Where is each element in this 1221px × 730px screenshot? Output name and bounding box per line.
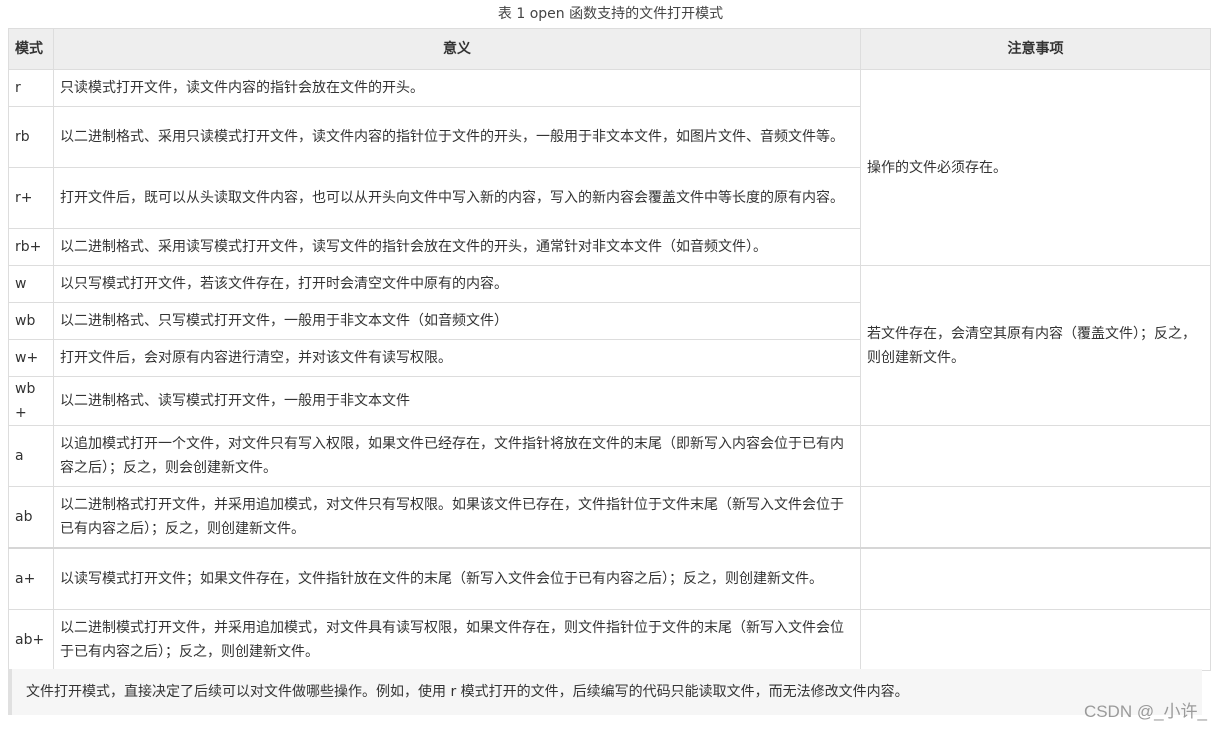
note-cell-empty (860, 486, 1211, 549)
meaning-cell: 以二进制格式、只写模式打开文件，一般用于非文本文件（如音频文件） (53, 302, 861, 340)
table-row: a+ 以读写模式打开文件；如果文件存在，文件指针放在文件的末尾（新写入文件会位于… (8, 547, 1211, 610)
mode-cell: ab (8, 486, 54, 549)
table-row: ab 以二进制格式打开文件，并采用追加模式，对文件只有写权限。如果该文件已存在，… (8, 486, 1211, 549)
table-row: w 以只写模式打开文件，若该文件存在，打开时会清空文件中原有的内容。 若文件存在… (8, 265, 1211, 426)
mode-cell: wb+ (8, 376, 54, 426)
mode-cell: w (8, 265, 54, 303)
table-row: r 只读模式打开文件，读文件内容的指针会放在文件的开头。 操作的文件必须存在。 (8, 69, 1211, 266)
meaning-cell: 以读写模式打开文件；如果文件存在，文件指针放在文件的末尾（新写入文件会位于已有内… (53, 547, 861, 610)
header-note: 注意事项 (860, 28, 1211, 70)
table-row: a 以追加模式打开一个文件，对文件只有写入权限，如果文件已经存在，文件指针将放在… (8, 425, 1211, 487)
header-mode: 模式 (8, 28, 54, 70)
meaning-cell: 打开文件后，既可以从头读取文件内容，也可以从开头向文件中写入新的内容，写入的新内… (53, 167, 861, 229)
meaning-cell: 以二进制格式打开文件，并采用追加模式，对文件只有写权限。如果该文件已存在，文件指… (53, 486, 861, 549)
table-caption: 表 1 open 函数支持的文件打开模式 (497, 6, 724, 22)
meaning-cell: 以二进制模式打开文件，并采用追加模式，对文件具有读写权限，如果文件存在，则文件指… (53, 609, 861, 671)
watermark: CSDN @_小许_ (1083, 702, 1207, 721)
mode-cell: ab+ (8, 609, 54, 671)
mode-cell: w+ (8, 339, 54, 377)
meaning-cell: 只读模式打开文件，读文件内容的指针会放在文件的开头。 (53, 69, 861, 107)
note-cell-empty (860, 609, 1211, 671)
meaning-cell: 以只写模式打开文件，若该文件存在，打开时会清空文件中原有的内容。 (53, 265, 861, 303)
mode-cell: rb (8, 106, 54, 168)
note-cell-empty (860, 425, 1211, 487)
mode-cell: a (8, 425, 54, 487)
table-row: ab+ 以二进制模式打开文件，并采用追加模式，对文件具有读写权限，如果文件存在，… (8, 609, 1211, 671)
note-cell-w-group: 若文件存在，会清空其原有内容（覆盖文件）；反之，则创建新文件。 (860, 265, 1211, 426)
header-meaning: 意义 (53, 28, 861, 70)
note-cell-r-group: 操作的文件必须存在。 (860, 69, 1211, 266)
meaning-cell: 以二进制格式、采用读写模式打开文件，读写文件的指针会放在文件的开头，通常针对非文… (53, 228, 861, 266)
note-cell-empty (860, 547, 1211, 610)
meaning-cell: 以追加模式打开一个文件，对文件只有写入权限，如果文件已经存在，文件指针将放在文件… (53, 425, 861, 487)
mode-cell: a+ (8, 547, 54, 610)
mode-cell: r (8, 69, 54, 107)
footer-note: 文件打开模式，直接决定了后续可以对文件做哪些操作。例如，使用 r 模式打开的文件… (8, 669, 1202, 715)
mode-cell: wb (8, 302, 54, 340)
mode-cell: rb+ (8, 228, 54, 266)
meaning-cell: 打开文件后，会对原有内容进行清空，并对该文件有读写权限。 (53, 339, 861, 377)
file-mode-table: 模式 意义 注意事项 r 只读模式打开文件，读文件内容的指针会放在文件的开头。 … (8, 28, 1211, 671)
meaning-cell: 以二进制格式、采用只读模式打开文件，读文件内容的指针位于文件的开头，一般用于非文… (53, 106, 861, 168)
meaning-cell: 以二进制格式、读写模式打开文件，一般用于非文本文件 (53, 376, 861, 426)
mode-cell: r+ (8, 167, 54, 229)
table-header-row: 模式 意义 注意事项 (8, 28, 1211, 70)
